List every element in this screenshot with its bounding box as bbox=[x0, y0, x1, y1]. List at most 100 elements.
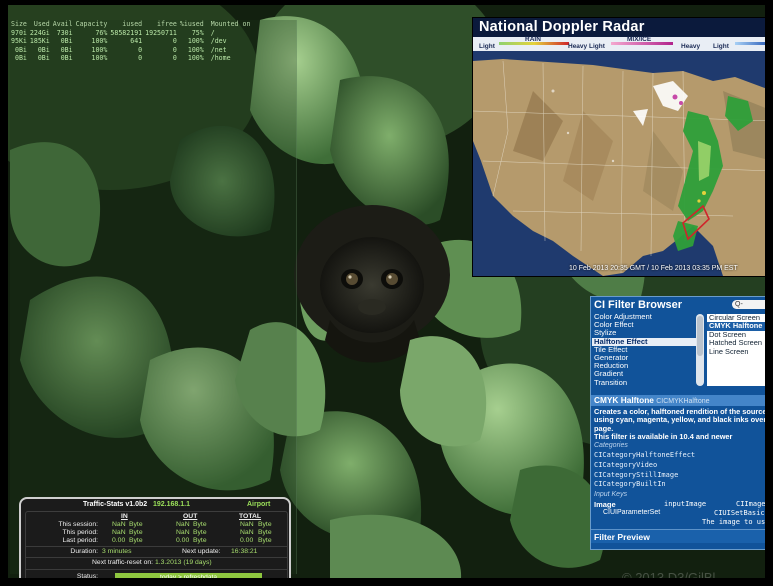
row-label: Last period: bbox=[62, 537, 98, 544]
reset-row: Next traffic-reset on: 1.3.2013 (19 days… bbox=[92, 559, 282, 567]
duration-label: Duration: bbox=[70, 548, 98, 555]
category-item[interactable]: Transition bbox=[592, 378, 696, 387]
category-list[interactable]: Color Adjustment Color Effect Stylize Ha… bbox=[592, 312, 696, 387]
in-value: 0.00 bbox=[112, 537, 126, 544]
table-cell: /net bbox=[210, 45, 227, 54]
row-label: This session: bbox=[58, 521, 98, 528]
total-unit: Byte bbox=[258, 529, 272, 536]
table-header-row: Size Used Avail Capacity iused ifree %iu… bbox=[11, 20, 253, 29]
table-cell: 0Bi bbox=[37, 54, 50, 63]
table-cell: 970i bbox=[11, 28, 27, 37]
table-cell: 0Bi bbox=[60, 45, 73, 54]
search-field[interactable]: Q- bbox=[732, 300, 772, 309]
table-cell: 75% bbox=[191, 28, 204, 37]
legend-heavy: Heavy bbox=[681, 43, 701, 50]
next-update-value: 16:38:21 bbox=[231, 548, 258, 555]
table-cell: 730i bbox=[56, 28, 73, 37]
table-cell: 100% bbox=[187, 45, 204, 54]
table-row: 0Bi 0Bi 0Bi 100% 0 0 100% /net bbox=[11, 46, 253, 55]
ci-filter-browser-widget[interactable]: CI Filter Browser Q- Color Adjustment Co… bbox=[590, 296, 773, 550]
reset-value: 1.3.2013 (19 days) bbox=[154, 559, 212, 566]
filter-category: CICategoryStillImage bbox=[594, 470, 679, 479]
widget-title: CI Filter Browser bbox=[594, 299, 683, 311]
legend-mixice: MIX/ICE bbox=[627, 36, 652, 43]
column-header: %iused bbox=[179, 20, 204, 28]
in-unit: Byte bbox=[129, 537, 143, 544]
out-unit: Byte bbox=[193, 537, 207, 544]
status-label: Status: bbox=[76, 573, 98, 580]
filter-item[interactable]: Line Screen bbox=[707, 347, 773, 356]
table-row: 970i 224Gi 730i 76% 58582191 19250711 75… bbox=[11, 29, 253, 38]
legend-light: Light bbox=[713, 43, 729, 50]
traffic-header: Traffic-Stats v1.0b2 192.168.1.1 Airport bbox=[21, 499, 289, 510]
filter-description-block: Creates a color, halftoned rendition of … bbox=[594, 407, 773, 441]
input-key-parameter: CIUIParameterSet bbox=[603, 509, 661, 516]
table-row: Last period: 0.00 Byte 0.00 Byte 0.00 By… bbox=[26, 537, 287, 545]
radar-title: National Doppler Radar bbox=[479, 19, 645, 35]
column-out: OUT bbox=[183, 513, 198, 520]
radar-map bbox=[473, 51, 773, 276]
input-key-id: inputImage bbox=[664, 500, 707, 508]
filter-availability: This filter is available in 10.4 and new… bbox=[594, 431, 733, 441]
table-cell: 58582191 bbox=[110, 28, 143, 37]
row-label: This period: bbox=[62, 529, 98, 536]
table-cell: 0Bi bbox=[60, 54, 73, 63]
filter-description: Creates a color, halftoned rendition of … bbox=[594, 407, 767, 433]
input-key-description: The image to use bbox=[702, 518, 770, 526]
next-update-label: Next update: bbox=[182, 548, 221, 555]
table-cell: /dev bbox=[210, 37, 227, 46]
radar-timestamp: 10 Feb 2013 20:35 GMT / 10 Feb 2013 03:3… bbox=[569, 265, 738, 272]
table-cell: 100% bbox=[91, 37, 108, 46]
table-cell: 0 bbox=[138, 54, 143, 63]
table-cell: / bbox=[210, 28, 215, 37]
divider bbox=[26, 557, 287, 558]
table-cell: 100% bbox=[91, 45, 108, 54]
out-value: NaN bbox=[176, 529, 190, 536]
table-cell: 0Bi bbox=[60, 37, 73, 46]
table-cell: 0Bi bbox=[14, 45, 27, 54]
out-value: 0.00 bbox=[176, 537, 190, 544]
table-cell: 100% bbox=[91, 54, 108, 63]
traffic-table: IN OUT TOTAL This session: NaN Byte NaN … bbox=[25, 511, 288, 584]
categories-label: Categories bbox=[594, 442, 628, 449]
filter-name-bar: CMYK Halftone CICMYKHalftone bbox=[591, 395, 773, 406]
category-scrollbar[interactable] bbox=[696, 314, 704, 386]
table-row: 95Ki 185Ki 0Bi 100% 641 0 100% /dev bbox=[11, 37, 253, 46]
table-cell: 0Bi bbox=[37, 45, 50, 54]
table-row: 0Bi 0Bi 0Bi 100% 0 0 100% /home bbox=[11, 54, 253, 63]
reset-label: Next traffic-reset on: bbox=[92, 559, 154, 566]
column-header: Mounted on bbox=[210, 20, 251, 28]
table-row: This period: NaN Byte NaN Byte NaN Byte bbox=[26, 529, 287, 537]
out-unit: Byte bbox=[193, 521, 207, 528]
input-key-set: CIUISetBasic bbox=[714, 509, 765, 517]
total-value: NaN bbox=[240, 521, 254, 528]
table-cell: 224Gi bbox=[29, 28, 50, 37]
table-cell: 19250711 bbox=[145, 28, 177, 37]
in-value: NaN bbox=[112, 529, 126, 536]
filter-category: CICategoryVideo bbox=[594, 460, 658, 469]
traffic-stats-widget[interactable]: Traffic-Stats v1.0b2 192.168.1.1 Airport… bbox=[19, 497, 291, 586]
filter-list[interactable]: Circular Screen CMYK Halftone Dot Screen… bbox=[707, 313, 773, 386]
total-unit: Byte bbox=[258, 537, 272, 544]
in-unit: Byte bbox=[129, 521, 143, 528]
column-in: IN bbox=[121, 513, 128, 520]
table-cell: 641 bbox=[130, 37, 143, 46]
status-bar[interactable]: today > refreshdata bbox=[115, 573, 262, 582]
legend-heavy: Heavy bbox=[568, 43, 588, 50]
filter-preview-header[interactable]: Filter Preview bbox=[591, 529, 773, 543]
table-cell: 95Ki bbox=[11, 37, 27, 46]
in-unit: Byte bbox=[129, 529, 143, 536]
disk-usage-table: Size Used Avail Capacity iused ifree %iu… bbox=[11, 20, 253, 63]
column-header: Size bbox=[11, 20, 27, 28]
input-key-class: CIImage bbox=[736, 500, 766, 508]
divider bbox=[26, 546, 287, 547]
doppler-radar-widget[interactable]: National Doppler Radar RAIN MIX/ICE Ligh… bbox=[472, 17, 773, 277]
legend-light: Light bbox=[479, 43, 495, 50]
input-key-name: Image bbox=[594, 500, 616, 509]
table-cell: 0Bi bbox=[14, 54, 27, 63]
column-header: Used bbox=[33, 20, 50, 28]
table-cell: 0 bbox=[172, 37, 177, 46]
table-cell: 0 bbox=[172, 45, 177, 54]
duration-value: 3 minutes bbox=[102, 548, 132, 555]
radar-legend: RAIN MIX/ICE Light Heavy Light Heavy Lig… bbox=[473, 36, 773, 51]
